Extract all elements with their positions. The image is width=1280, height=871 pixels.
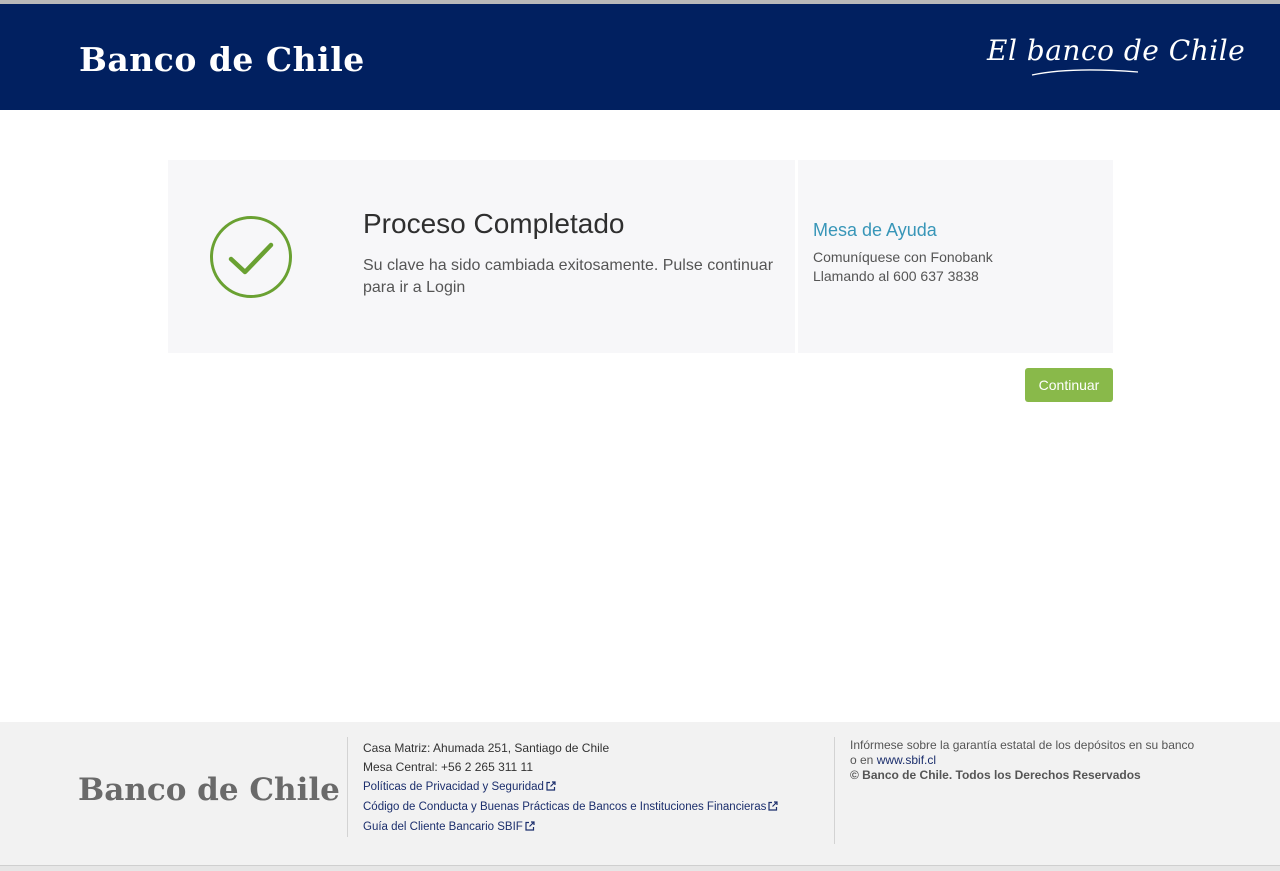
tagline-swash-decoration	[1031, 69, 1139, 76]
result-title: Proceso Completado	[363, 208, 625, 239]
footer-link-sbif-guide[interactable]: Guía del Cliente Bancario SBIF	[363, 821, 535, 833]
external-link-icon	[768, 801, 778, 811]
footer-link-privacy[interactable]: Políticas de Privacidad y Seguridad	[363, 781, 556, 793]
footer-link-code-label: Código de Conducta y Buenas Prácticas de…	[363, 801, 767, 813]
footer-link-code-of-conduct[interactable]: Código de Conducta y Buenas Prácticas de…	[363, 801, 778, 813]
external-link-icon	[525, 821, 535, 831]
help-line-fonobank: Comuníquese con Fonobank	[813, 249, 993, 265]
external-link-icon	[546, 781, 556, 791]
check-circle-icon	[210, 216, 292, 298]
footer-link-sbif-label: Guía del Cliente Bancario SBIF	[363, 821, 523, 833]
help-panel: Mesa de Ayuda Comuníquese con Fonobank L…	[798, 160, 1113, 353]
result-message: Su clave ha sido cambiada exitosamente. …	[363, 257, 774, 296]
footer-bank-logo: Banco de Chile	[78, 772, 340, 808]
copyright-text: © Banco de Chile. Todos los Derechos Res…	[850, 768, 1141, 782]
footer-phone: Mesa Central: +56 2 265 311 11	[363, 760, 534, 774]
footer-address: Casa Matriz: Ahumada 251, Santiago de Ch…	[363, 741, 610, 755]
help-title: Mesa de Ayuda	[813, 220, 937, 240]
sbif-link[interactable]: www.sbif.cl	[877, 753, 936, 767]
footer-divider	[347, 737, 348, 837]
browser-status-bar	[0, 865, 1280, 871]
site-footer: Banco de Chile Casa Matriz: Ahumada 251,…	[0, 722, 1280, 865]
result-panel: Proceso Completado Su clave ha sido camb…	[168, 160, 795, 353]
bank-logo[interactable]: Banco de Chile	[79, 40, 365, 79]
tagline-signature: El banco de Chile	[987, 34, 1246, 67]
help-line-phone: Llamando al 600 637 3838	[813, 268, 979, 284]
footer-link-privacy-label: Políticas de Privacidad y Seguridad	[363, 781, 544, 793]
continue-button[interactable]: Continuar	[1025, 368, 1113, 402]
footer-legal: Infórmese sobre la garantía estatal de l…	[850, 738, 1195, 783]
help-text: Comuníquese con Fonobank Llamando al 600…	[813, 248, 993, 286]
site-header: Banco de Chile El banco de Chile	[0, 4, 1280, 110]
footer-contact: Casa Matriz: Ahumada 251, Santiago de Ch…	[363, 739, 778, 837]
footer-divider	[834, 737, 835, 844]
